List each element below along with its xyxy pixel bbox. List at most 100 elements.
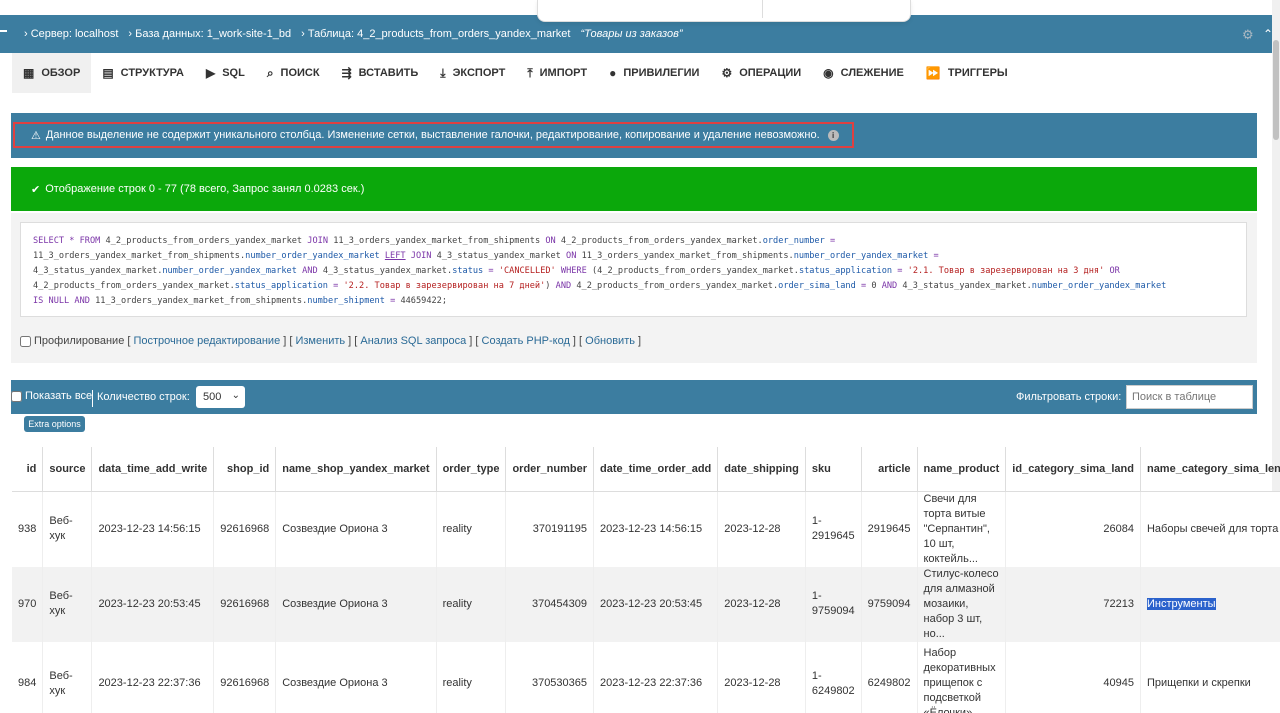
tab-label: SQL — [222, 67, 245, 79]
refresh-link[interactable]: Обновить — [585, 335, 635, 347]
controls-divider — [92, 390, 93, 407]
cell-sku: 1-2919645 — [805, 491, 862, 567]
table-row[interactable]: 970 Веб-хук 2023-12-23 20:53:45 92616968… — [12, 566, 1280, 642]
tab-sql[interactable]: ▶ SQL — [195, 53, 256, 93]
settings-gear-icon[interactable]: ⚙ — [1242, 27, 1254, 43]
cell-date-shipping: 2023-12-28 — [717, 566, 806, 642]
tab-label: Вставить — [358, 67, 419, 79]
cell-name-category: Инструменты — [1140, 566, 1280, 642]
tab-search[interactable]: ⌕ Поиск — [256, 53, 331, 93]
cell-article: 9759094 — [861, 566, 918, 642]
search-icon: ⌕ — [266, 65, 274, 80]
gear-icon: ⚙ — [721, 66, 733, 80]
cell-shop-id: 92616968 — [213, 641, 277, 713]
cell-order-number: 370530365 — [505, 641, 595, 713]
tab-export[interactable]: ⤓ Экспорт — [429, 53, 516, 93]
dropdown-popup — [537, 0, 911, 22]
inline-edit-link[interactable]: Построчное редактирование — [133, 335, 280, 347]
tab-privileges[interactable]: ● Привилегии — [598, 53, 710, 93]
rows-count-value: 500 — [203, 391, 222, 403]
cell-shop-name: Созвездие Ориона 3 — [275, 566, 437, 642]
profiling-label: Профилирование — [34, 335, 125, 347]
table-header-row: id source data_time_add_write shop_id na… — [12, 447, 1280, 492]
tab-browse[interactable]: ▦ Обзор — [12, 53, 92, 93]
breadcrumb-server[interactable]: › Сервер: localhost — [24, 28, 118, 40]
success-text: Отображение строк 0 - 77 (78 всего, Запр… — [45, 183, 365, 195]
tab-structure[interactable]: ▤ Структура — [91, 53, 195, 93]
column-header[interactable]: article — [861, 447, 918, 492]
column-header[interactable]: data_time_add_write — [91, 447, 215, 492]
tab-triggers[interactable]: ⏩ Триггеры — [915, 53, 1019, 93]
column-header[interactable]: id — [12, 447, 44, 492]
column-header[interactable]: name_category_sima_lend — [1140, 447, 1280, 492]
rows-count-label: Количество строк: — [97, 391, 190, 403]
eye-icon: ◉ — [823, 66, 834, 80]
cell-source: Веб-хук — [42, 641, 93, 713]
scrollbar-thumb[interactable] — [1273, 40, 1279, 140]
cell-shop-name: Созвездие Ориона 3 — [275, 491, 437, 567]
popup-divider — [762, 0, 763, 18]
check-icon: ✔ — [31, 183, 41, 196]
export-icon: ⤓ — [440, 65, 446, 80]
column-header[interactable]: date_shipping — [717, 447, 806, 492]
column-header[interactable]: date_time_order_add — [593, 447, 719, 492]
cell-order-number: 370454309 — [505, 566, 595, 642]
extra-options-button[interactable]: Extra options — [24, 416, 85, 432]
cell-name-product: Стилус-колесо для алмазной мозаики, набо… — [917, 566, 1007, 642]
tab-label: Слежение — [840, 67, 904, 79]
cell-order-number: 370191195 — [505, 491, 595, 567]
tab-tracking[interactable]: ◉ Слежение — [812, 53, 915, 93]
cell-id: 984 — [12, 641, 44, 713]
table-controls: Показать все Количество строк: 500 ⌄ Фил… — [11, 380, 1257, 414]
cell-date-time-order-add: 2023-12-23 22:37:36 — [593, 641, 719, 713]
column-header[interactable]: name_shop_yandex_market — [275, 447, 437, 492]
info-icon[interactable]: i — [827, 129, 839, 141]
filter-rows-label: Фильтровать строки: — [1016, 391, 1122, 403]
column-header[interactable]: order_type — [436, 447, 507, 492]
cell-name-category: Прищепки и скрепки — [1140, 641, 1280, 713]
tab-insert[interactable]: ⇶ Вставить — [331, 53, 430, 93]
edit-link[interactable]: Изменить — [295, 335, 345, 347]
table-row[interactable]: 938 Веб-хук 2023-12-23 14:56:15 92616968… — [12, 491, 1280, 567]
cell-id-category: 72213 — [1005, 566, 1141, 642]
breadcrumb-table[interactable]: › Таблица: 4_2_products_from_orders_yand… — [301, 28, 570, 40]
profiling-checkbox[interactable] — [20, 335, 31, 347]
column-header[interactable]: id_category_sima_land — [1005, 447, 1141, 492]
cell-order-type: reality — [436, 641, 507, 713]
tab-label: Операции — [739, 67, 802, 79]
nav-collapse-handle[interactable] — [0, 30, 7, 32]
cell-name-product: Набор декоративных прищепок с подсветкой… — [917, 641, 1007, 713]
warning-text: Данное выделение не содержит уникального… — [45, 129, 820, 141]
filter-rows-input[interactable] — [1126, 385, 1253, 409]
rows-count-select[interactable]: 500 ⌄ — [196, 386, 245, 408]
cell-shop-id: 92616968 — [213, 566, 277, 642]
create-php-link[interactable]: Создать PHP-код — [482, 335, 570, 347]
tab-operations[interactable]: ⚙ Операции — [710, 53, 812, 93]
sql-icon: ▶ — [205, 66, 216, 80]
cell-source: Веб-хук — [42, 566, 93, 642]
sql-query-text[interactable]: SELECT * FROM 4_2_products_from_orders_y… — [20, 222, 1247, 317]
cell-shop-name: Созвездие Ориона 3 — [275, 641, 437, 713]
success-message: ✔ Отображение строк 0 - 77 (78 всего, За… — [11, 167, 1257, 211]
tab-label: Экспорт — [452, 67, 506, 79]
cell-date-time-order-add: 2023-12-23 14:56:15 — [593, 491, 719, 567]
table-row[interactable]: 984 Веб-хук 2023-12-23 22:37:36 92616968… — [12, 641, 1280, 713]
explain-sql-link[interactable]: Анализ SQL запроса — [360, 335, 466, 347]
show-all-checkbox[interactable] — [11, 390, 22, 402]
structure-icon: ▤ — [102, 66, 114, 80]
tab-label: Структура — [120, 67, 184, 79]
column-header[interactable]: name_product — [917, 447, 1007, 492]
table-comment: “Товары из заказов” — [580, 28, 683, 40]
column-header[interactable]: order_number — [505, 447, 595, 492]
cell-sku: 1-9759094 — [805, 566, 862, 642]
user-icon: ● — [609, 66, 617, 80]
column-header[interactable]: source — [42, 447, 93, 492]
import-icon: ⤒ — [527, 65, 533, 80]
breadcrumb-database[interactable]: › База данных: 1_work-site-1_bd — [128, 28, 291, 40]
selected-text: Инструменты — [1146, 597, 1216, 610]
sql-query-panel: SELECT * FROM 4_2_products_from_orders_y… — [11, 213, 1257, 363]
column-header[interactable]: shop_id — [213, 447, 277, 492]
tab-import[interactable]: ⤒ Импорт — [516, 53, 598, 93]
column-header[interactable]: sku — [805, 447, 862, 492]
cell-source: Веб-хук — [42, 491, 93, 567]
